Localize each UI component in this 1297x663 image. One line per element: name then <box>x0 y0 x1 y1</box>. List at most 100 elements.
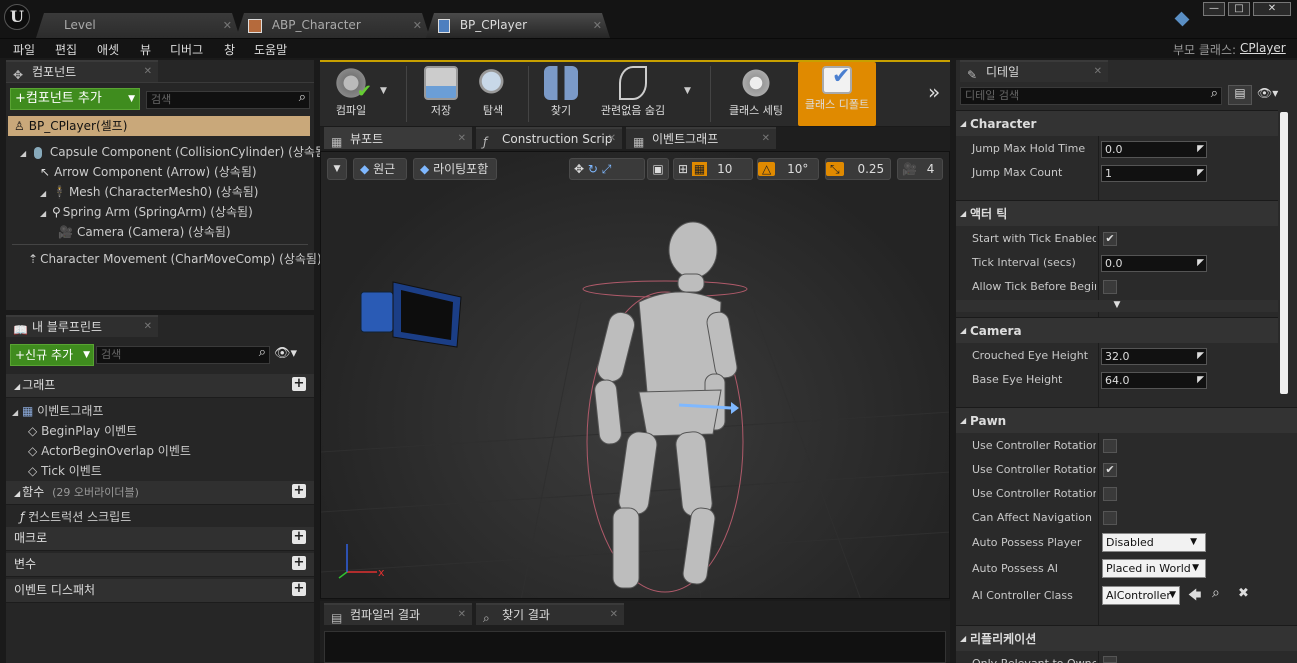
tree-item-camera[interactable]: 🎥 Camera (Camera) (상속됨) <box>58 223 231 240</box>
menu-help[interactable]: 도움말 <box>254 41 287 58</box>
tree-item-spring-arm[interactable]: ◢ ⚲ Spring Arm (SpringArm) (상속됨) <box>40 203 253 220</box>
tick-interval-field[interactable]: 0.0 ◤ <box>1101 255 1207 272</box>
use-controller-rotation-yaw-checkbox[interactable]: ✔ <box>1103 463 1117 477</box>
menu-window[interactable]: 창 <box>224 41 235 58</box>
close-icon[interactable]: ✕ <box>413 13 422 38</box>
event-graph-item[interactable]: ◢ ▦ 이벤트그래프 <box>12 402 103 419</box>
event-item-beginplay[interactable]: ◇ BeginPlay 이벤트 <box>28 422 137 439</box>
tree-item-capsule[interactable]: ◢ Capsule Component (CollisionCylinder) … <box>20 143 331 160</box>
maximize-button[interactable]: □ <box>1228 2 1250 16</box>
section-replication[interactable]: ◢ 리플리케이션 <box>956 625 1297 651</box>
add-component-button[interactable]: +컴포넌트 추가 ▼ <box>10 88 140 110</box>
blueprint-search-input[interactable]: 검색 ⌕ <box>96 345 270 364</box>
marketplace-icon[interactable] <box>1174 11 1190 27</box>
close-window-button[interactable]: ✕ <box>1253 2 1291 16</box>
event-item-actorbeginoverlap[interactable]: ◇ ActorBeginOverlap 이벤트 <box>28 442 191 459</box>
viewport[interactable]: x ▼ ◆ 원근 ◆ 라이팅포함 ✥ ↻ ⤢ ▣ ⊞ ▦ 10 △ 10° ⤡ … <box>320 151 950 599</box>
clear-x-icon[interactable]: ✖ <box>1238 586 1249 601</box>
section-variables[interactable]: 변수 + <box>6 553 314 577</box>
close-icon[interactable]: ✕ <box>144 62 152 82</box>
menu-view[interactable]: 뷰 <box>140 41 151 58</box>
perspective-button[interactable]: ◆ 원근 <box>353 158 407 180</box>
tree-item-character-movement[interactable]: ⇡ Character Movement (CharMoveComp) (상속됨) <box>28 250 322 267</box>
rotate-icon[interactable]: ↻ <box>588 162 598 176</box>
minimize-button[interactable]: — <box>1203 2 1225 16</box>
class-defaults-button[interactable]: ✔ 클래스 디폴트 <box>798 62 876 126</box>
add-variable-button[interactable]: + <box>292 556 306 570</box>
more-chevron-icon[interactable]: » <box>928 80 940 104</box>
base-eye-height-field[interactable]: 64.0 ◤ <box>1101 372 1207 389</box>
component-search-input[interactable]: 검색 ⌕ <box>146 90 310 109</box>
can-affect-navigation-checkbox[interactable] <box>1103 511 1117 525</box>
close-icon[interactable]: ✕ <box>1094 62 1102 82</box>
add-dispatcher-button[interactable]: + <box>292 582 306 596</box>
tab-compiler-results[interactable]: ▤ 컴파일러 결과 ✕ <box>324 603 472 625</box>
tree-item-arrow[interactable]: ↖ Arrow Component (Arrow) (상속됨) <box>40 163 257 180</box>
section-camera[interactable]: ◢ Camera <box>956 317 1278 343</box>
translate-icon[interactable]: ✥ <box>574 162 584 176</box>
close-icon[interactable]: ✕ <box>762 129 770 149</box>
section-actor-tick[interactable]: ◢ 액터 틱 <box>956 200 1278 226</box>
close-icon[interactable]: ✕ <box>458 129 466 149</box>
browse-button[interactable]: 탐색 <box>470 62 516 126</box>
save-button[interactable]: 저장 <box>418 62 464 126</box>
visibility-eye-icon[interactable]: 👁▾ <box>1257 86 1278 100</box>
section-pawn[interactable]: ◢ Pawn <box>956 407 1297 433</box>
menu-file[interactable]: 파일 <box>13 41 35 58</box>
browse-search-icon[interactable]: ⌕ <box>1212 585 1220 601</box>
details-search-input[interactable]: 디테일 검색 ⌕ <box>960 86 1222 105</box>
tab-components[interactable]: ✥ 컴포넌트 ✕ <box>6 60 158 82</box>
section-event-dispatchers[interactable]: 이벤트 디스패처 + <box>6 579 314 603</box>
menu-debug[interactable]: 디버그 <box>170 41 203 58</box>
tab-find-results[interactable]: ⌕ 찾기 결과 ✕ <box>476 603 624 625</box>
use-controller-rotation-roll-checkbox[interactable] <box>1103 487 1117 501</box>
auto-possess-ai-dropdown[interactable]: Placed in World ▼ <box>1102 559 1206 578</box>
viewport-options-button[interactable]: ▼ <box>327 158 347 180</box>
start-with-tick-checkbox[interactable]: ✔ <box>1103 232 1117 246</box>
scale-icon[interactable]: ⤢ <box>602 162 612 176</box>
section-functions[interactable]: ◢ 함수 (29 오버라이더블) + <box>6 481 314 505</box>
close-icon[interactable]: ✕ <box>608 129 616 149</box>
tab-viewport[interactable]: ▦ 뷰포트 ✕ <box>324 127 472 149</box>
menu-edit[interactable]: 편집 <box>55 41 77 58</box>
coordinate-system-button[interactable]: ▣ <box>647 158 669 180</box>
event-item-tick[interactable]: ◇ Tick 이벤트 <box>28 462 102 479</box>
section-macros[interactable]: 매크로 + <box>6 527 314 551</box>
add-graph-button[interactable]: + <box>292 377 306 391</box>
grid-snap-control[interactable]: ⊞ ▦ 10 <box>673 158 753 180</box>
hide-unrelated-chevron-icon[interactable]: ▼ <box>684 86 691 96</box>
add-function-button[interactable]: + <box>292 484 306 498</box>
section-character[interactable]: ◢ Character <box>956 110 1278 136</box>
ai-controller-class-dropdown[interactable]: AIController ▼ <box>1102 586 1180 605</box>
lighting-mode-button[interactable]: ◆ 라이팅포함 <box>413 158 497 180</box>
close-icon[interactable]: ✕ <box>593 13 602 38</box>
self-item[interactable]: ♙ BP_CPlayer(셀프) <box>8 116 310 136</box>
tab-level[interactable]: Level ✕ <box>36 13 240 38</box>
visibility-eye-icon[interactable]: 👁▾ <box>274 346 297 361</box>
jump-max-count-field[interactable]: 1 ◤ <box>1101 165 1207 182</box>
compile-options-chevron-icon[interactable]: ▼ <box>380 86 387 96</box>
advanced-expand-arrow-icon[interactable]: ▼ <box>956 300 1278 312</box>
parent-class-link[interactable]: CPlayer <box>1240 41 1286 55</box>
tree-item-mesh[interactable]: ◢ 🕴 Mesh (CharacterMesh0) (상속됨) <box>40 183 258 200</box>
close-icon[interactable]: ✕ <box>610 605 618 625</box>
jump-max-hold-time-field[interactable]: 0.0 ◤ <box>1101 141 1207 158</box>
tab-event-graph[interactable]: ▦ 이벤트그래프 ✕ <box>626 127 776 149</box>
tab-construction-script[interactable]: ƒ Construction Scrip ✕ <box>476 127 622 149</box>
details-scrollbar[interactable] <box>1280 112 1288 394</box>
allow-tick-before-begin-play-checkbox[interactable] <box>1103 280 1117 294</box>
auto-possess-player-dropdown[interactable]: Disabled ▼ <box>1102 533 1206 552</box>
close-icon[interactable]: ✕ <box>458 605 466 625</box>
class-settings-button[interactable]: 클래스 세팅 <box>720 62 792 126</box>
tab-bp-cplayer[interactable]: BP_CPlayer ✕ <box>426 13 610 38</box>
column-splitter[interactable] <box>1098 110 1099 663</box>
close-icon[interactable]: ✕ <box>223 13 232 38</box>
property-matrix-icon[interactable]: ▤ <box>1228 85 1252 105</box>
only-relevant-to-owner-checkbox[interactable] <box>1103 656 1117 663</box>
scale-snap-control[interactable]: ⤡ 0.25 <box>825 158 891 180</box>
add-macro-button[interactable]: + <box>292 530 306 544</box>
camera-speed-control[interactable]: 🎥 4 <box>897 158 943 180</box>
section-graphs[interactable]: ◢ 그래프 + <box>6 374 314 398</box>
rotation-snap-control[interactable]: △ 10° <box>757 158 819 180</box>
add-new-button[interactable]: +신규 추가 ▼ <box>10 344 94 366</box>
